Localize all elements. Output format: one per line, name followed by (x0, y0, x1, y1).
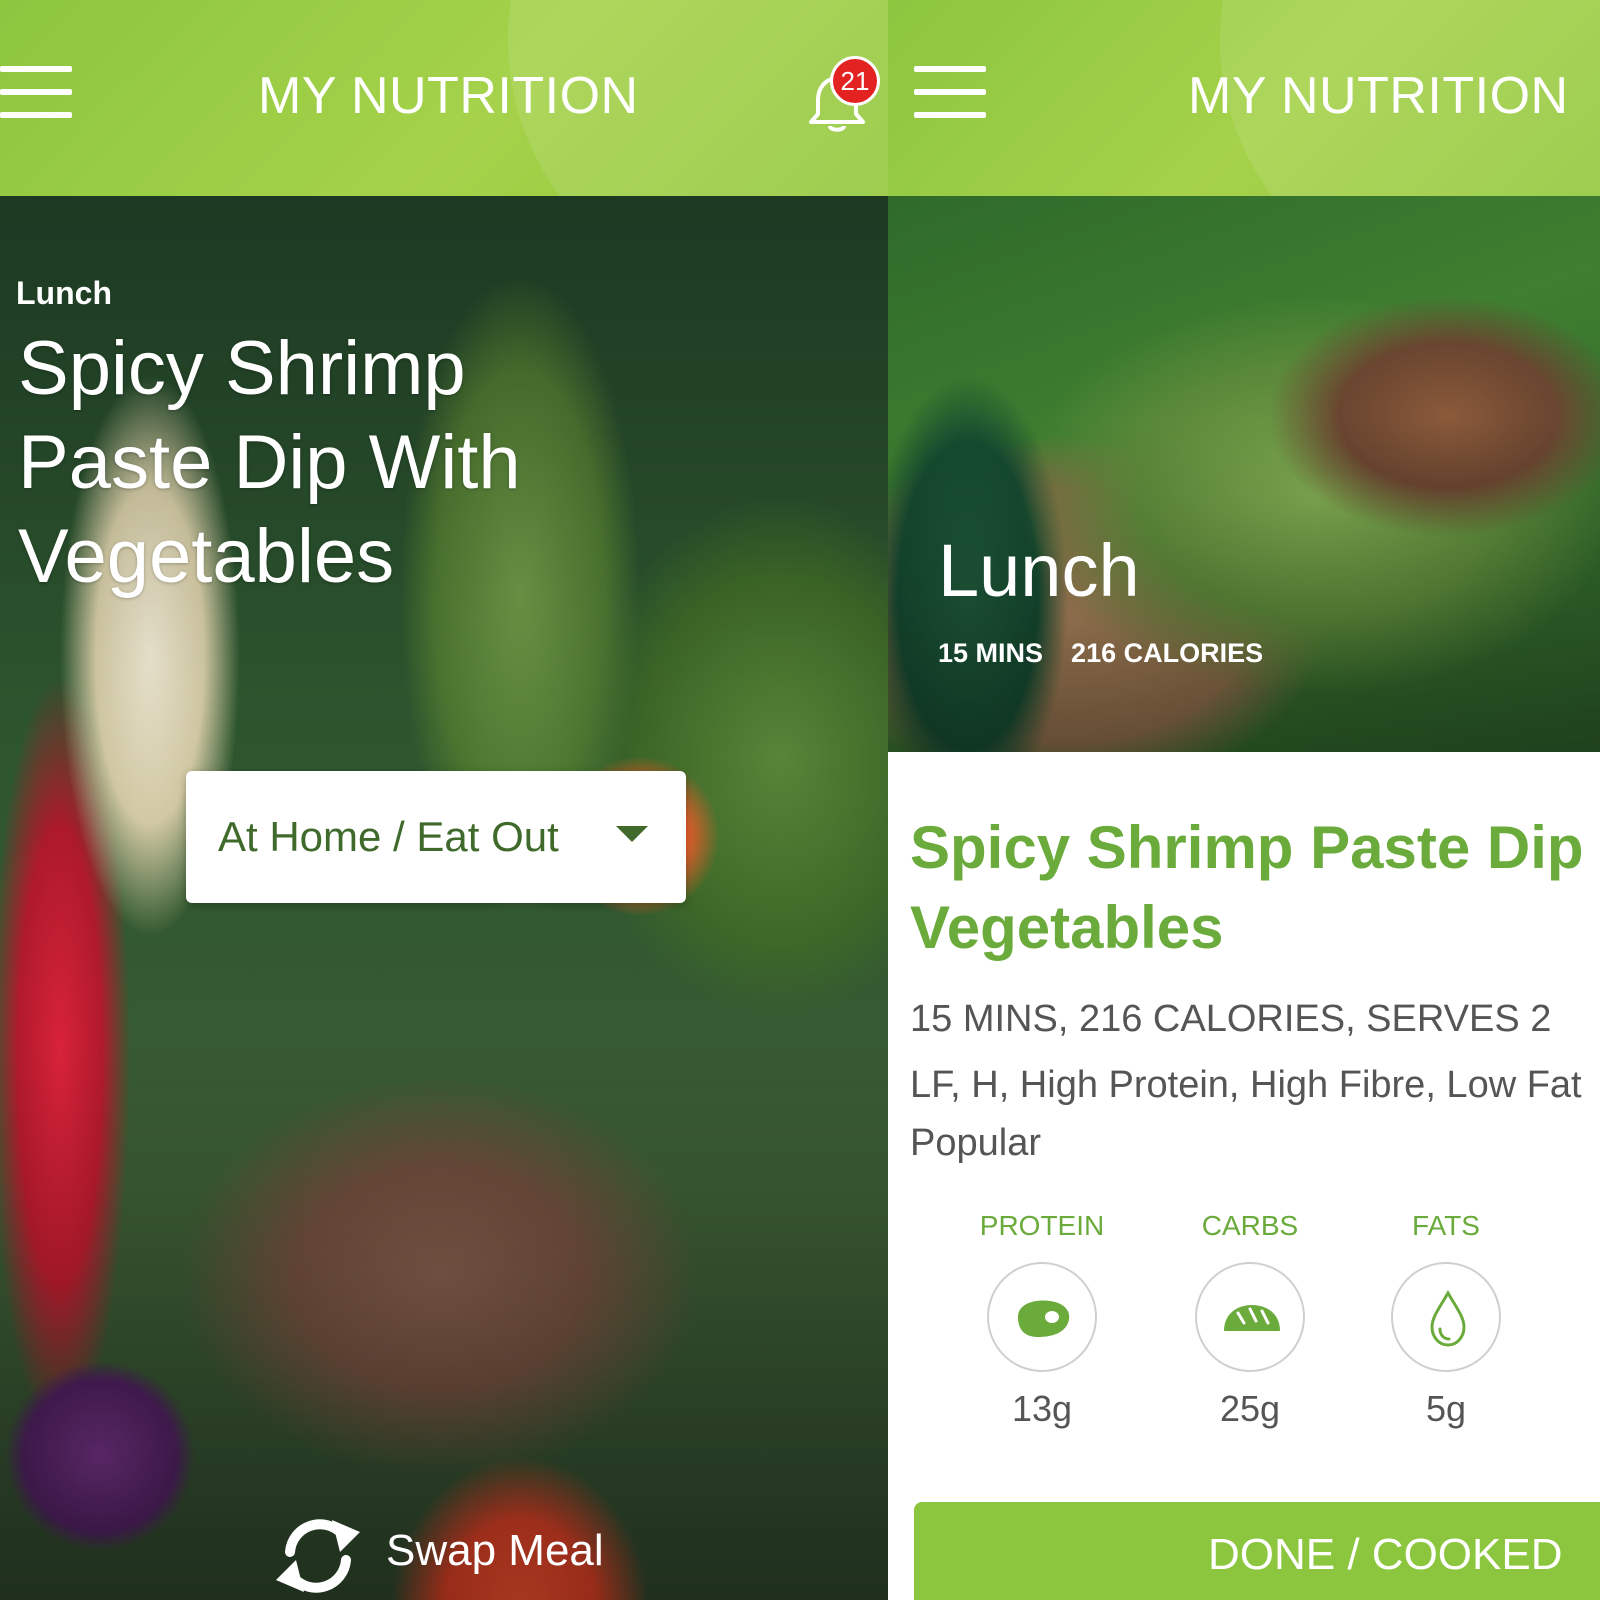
meal-title-line: Vegetables (18, 514, 395, 599)
refresh-icon (276, 1519, 360, 1593)
macro-value: 13g (1011, 1388, 1073, 1429)
calorie-count: 216 CALORIES (1071, 638, 1264, 668)
steak-icon (1018, 1300, 1070, 1337)
macro-label: CARBS (1201, 1210, 1299, 1241)
macro-label: PROTEIN (979, 1210, 1105, 1241)
macro-fats: FATS 5g (1376, 1210, 1516, 1430)
meal-title-line: Paste Dip With (18, 420, 521, 505)
swap-meal-label: Swap Meal (386, 1526, 604, 1575)
bread-icon (1224, 1305, 1280, 1331)
done-cooked-button[interactable]: DONE / COOKED (914, 1502, 1600, 1600)
meal-type-label: Lunch (938, 529, 1140, 612)
macro-protein: PROTEIN 13g (972, 1210, 1112, 1430)
recipe-tags: LF, H, High Protein, High Fibre, Low Fat… (910, 1056, 1582, 1172)
macro-value: 5g (1425, 1388, 1467, 1429)
macro-carbs: CARBS 25g (1180, 1210, 1320, 1430)
macro-label: FATS (1412, 1210, 1480, 1241)
macro-circle (1391, 1262, 1501, 1372)
recipe-tags-line: LF, H, High Protein, High Fibre, Low Fat (910, 1064, 1582, 1106)
recipe-meta: 15 MINS, 216 CALORIES, SERVES 2 (910, 998, 1552, 1040)
recipe-title: Spicy Shrimp Paste Dip Vegetables (910, 808, 1600, 968)
drop-icon (1430, 1289, 1466, 1347)
menu-icon[interactable] (914, 66, 986, 120)
macro-circle (1195, 1262, 1305, 1372)
meal-title-line: Spicy Shrimp (18, 326, 466, 411)
notification-badge[interactable]: 21 (830, 56, 880, 106)
macro-value: 25g (1219, 1388, 1281, 1429)
location-dropdown[interactable]: At Home / Eat Out (186, 771, 686, 903)
macro-circle (987, 1262, 1097, 1372)
header-title: MY NUTRITION (1188, 67, 1569, 125)
left-screen: MY NUTRITION 21 Lunch Spicy Shrimp Paste… (0, 0, 888, 1600)
app-header: MY NUTRITION 21 (0, 0, 888, 196)
meal-title[interactable]: Spicy Shrimp Paste Dip With Vegetables (18, 322, 578, 604)
recipe-title-line: Vegetables (910, 894, 1224, 961)
header-title: MY NUTRITION (258, 67, 639, 125)
caret-down-icon[interactable] (616, 826, 648, 842)
meal-type-label: Lunch (16, 275, 112, 311)
dropdown-selected-value: At Home / Eat Out (218, 813, 559, 860)
recipe-tags-line: Popular (910, 1122, 1041, 1164)
meal-meta-overlay: 15 MINS 216 CALORIES (938, 638, 1263, 669)
menu-icon[interactable] (0, 66, 72, 120)
done-cooked-label: DONE / COOKED (1208, 1530, 1563, 1579)
prep-time: 15 MINS (938, 638, 1044, 668)
right-screen: MY NUTRITION Lunch 15 MINS 216 CALORIES S… (888, 0, 1600, 1600)
app-header: MY NUTRITION (888, 0, 1600, 196)
recipe-title-line: Spicy Shrimp Paste Dip (910, 814, 1584, 881)
